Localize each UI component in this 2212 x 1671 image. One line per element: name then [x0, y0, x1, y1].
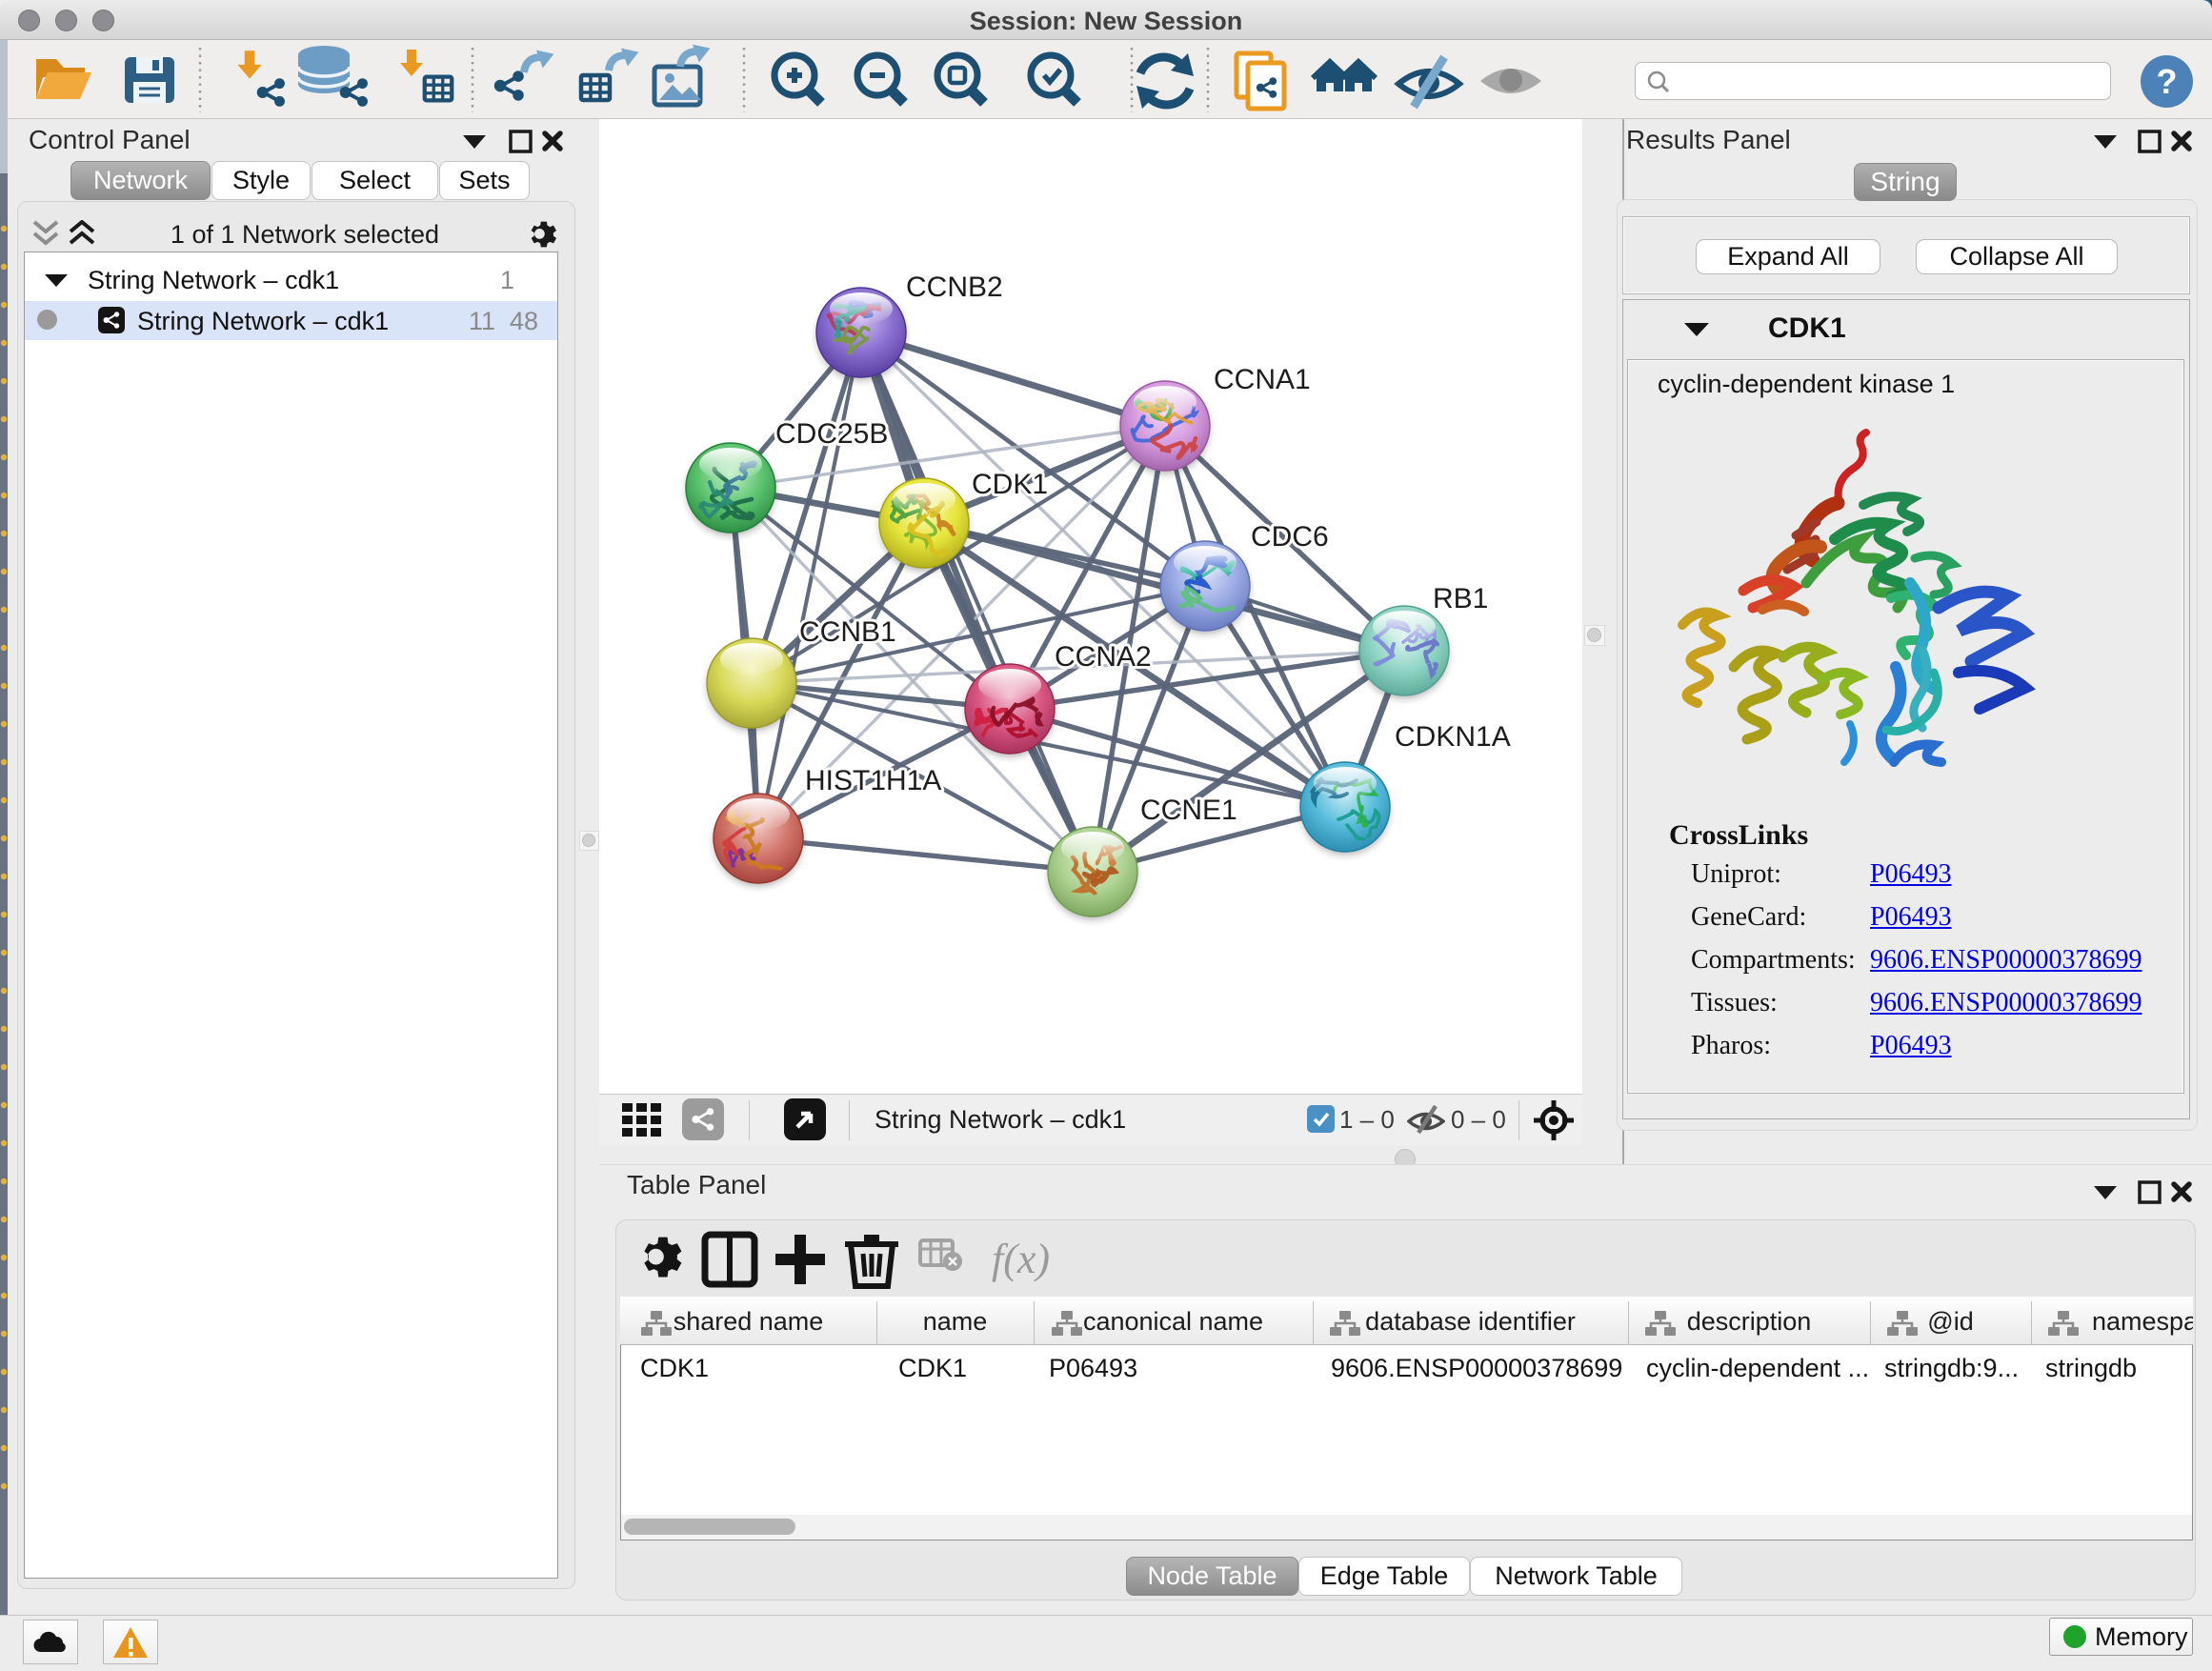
svg-text:CDC6: CDC6 [1251, 521, 1329, 553]
svg-text:f(x): f(x) [992, 1236, 1050, 1282]
svg-text:CCNB2: CCNB2 [906, 272, 1003, 303]
svg-text:CCNA2: CCNA2 [1055, 641, 1152, 673]
svg-text:CDC25B: CDC25B [775, 418, 888, 450]
svg-text:CDK1: CDK1 [972, 469, 1048, 500]
svg-text:CCNB1: CCNB1 [799, 616, 896, 648]
svg-text:CCNA1: CCNA1 [1214, 364, 1311, 395]
svg-text:CDKN1A: CDKN1A [1395, 721, 1511, 753]
svg-text:HIST1H1A: HIST1H1A [805, 765, 941, 796]
svg-text:CCNE1: CCNE1 [1140, 795, 1237, 826]
svg-text:RB1: RB1 [1433, 583, 1488, 614]
